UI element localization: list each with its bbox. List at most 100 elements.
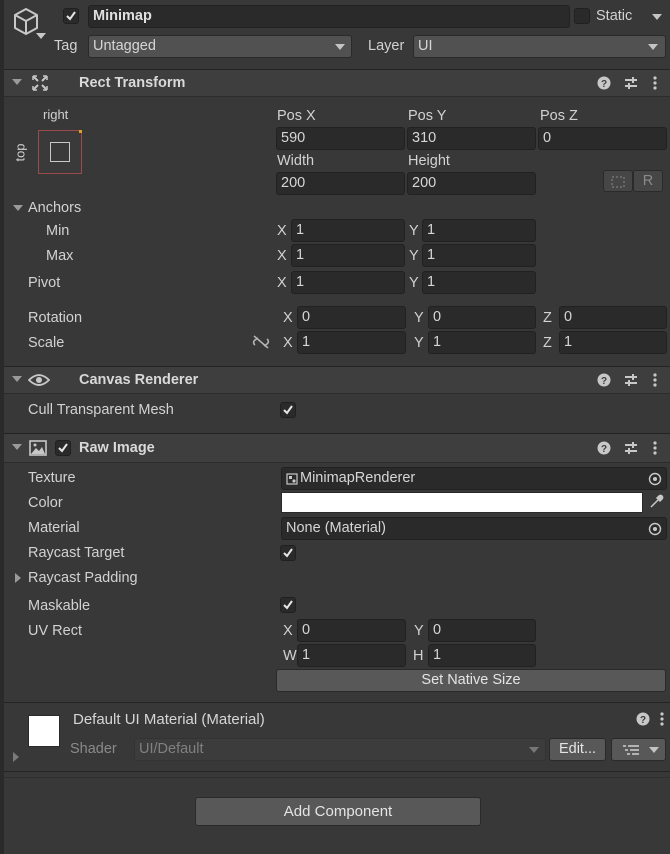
- rotation-y-field[interactable]: 0: [428, 306, 536, 329]
- presets-icon[interactable]: [623, 372, 639, 388]
- rotation-z-field[interactable]: 0: [559, 306, 667, 329]
- axis-x-label: X: [283, 335, 293, 351]
- help-icon[interactable]: ?: [597, 441, 611, 455]
- rect-transform-header[interactable]: Rect Transform ?: [4, 69, 670, 97]
- height-field[interactable]: 200: [407, 172, 536, 195]
- chevron-down-icon: [529, 747, 539, 753]
- help-icon[interactable]: ?: [597, 76, 611, 90]
- raycast-padding-foldout-arrow[interactable]: [15, 573, 21, 583]
- eyedropper-icon[interactable]: [648, 494, 664, 510]
- uv-h-field[interactable]: 1: [428, 644, 536, 667]
- material-value: None (Material): [286, 520, 386, 536]
- eye-icon: [28, 374, 50, 386]
- foldout-arrow[interactable]: [12, 376, 22, 382]
- anchor-preset-top-label: top: [12, 143, 28, 162]
- tag-dropdown[interactable]: Untagged: [88, 35, 352, 58]
- raycast-padding-label: Raycast Padding: [28, 570, 138, 586]
- uv-y-field[interactable]: 0: [428, 619, 536, 642]
- maskable-checkbox[interactable]: [280, 597, 296, 613]
- presets-icon[interactable]: [623, 440, 639, 456]
- context-menu-icon[interactable]: [652, 372, 658, 388]
- shader-options-button[interactable]: [611, 738, 666, 761]
- svg-text:?: ?: [640, 715, 646, 726]
- anchor-max-x-field[interactable]: 1: [291, 244, 405, 267]
- pos-x-field[interactable]: 590: [276, 127, 405, 150]
- pivot-y-field[interactable]: 1: [422, 271, 536, 294]
- pos-z-label: Pos Z: [540, 108, 578, 124]
- list-icon: [623, 745, 639, 755]
- anchor-min-y-field[interactable]: 1: [422, 219, 536, 242]
- help-icon[interactable]: ?: [597, 373, 611, 387]
- raw-image-enabled-checkbox[interactable]: [55, 440, 71, 456]
- axis-x-label: X: [277, 248, 287, 264]
- raycast-target-checkbox[interactable]: [280, 545, 296, 561]
- anchor-marker: [79, 130, 82, 133]
- window-edge: [0, 0, 4, 854]
- foldout-arrow[interactable]: [12, 444, 22, 450]
- anchor-min-x-field[interactable]: 1: [291, 219, 405, 242]
- material-foldout-arrow[interactable]: [13, 752, 19, 762]
- object-name-field[interactable]: Minimap: [88, 5, 570, 28]
- render-texture-icon: [286, 473, 298, 485]
- texture-label: Texture: [28, 470, 76, 486]
- anchor-presets-button[interactable]: [38, 130, 82, 174]
- scale-z-field[interactable]: 1: [559, 331, 667, 354]
- tag-label: Tag: [54, 38, 78, 54]
- presets-icon[interactable]: [623, 75, 639, 91]
- pos-z-field[interactable]: 0: [538, 127, 667, 150]
- scale-x-field[interactable]: 1: [297, 331, 406, 354]
- axis-x-label: X: [277, 275, 287, 291]
- pos-y-field[interactable]: 310: [407, 127, 536, 150]
- static-dropdown-arrow[interactable]: [652, 14, 662, 20]
- foldout-arrow[interactable]: [12, 79, 22, 85]
- texture-value: MinimapRenderer: [300, 470, 416, 486]
- chevron-down-icon: [649, 747, 659, 753]
- object-picker-icon[interactable]: [648, 522, 662, 536]
- cull-transparent-mesh-checkbox[interactable]: [280, 402, 296, 418]
- color-swatch[interactable]: [281, 492, 643, 513]
- context-menu-icon[interactable]: [659, 711, 665, 727]
- texture-object-field[interactable]: MinimapRenderer: [281, 467, 667, 490]
- active-checkbox[interactable]: [63, 8, 79, 24]
- pivot-x-field[interactable]: 1: [291, 271, 405, 294]
- width-field[interactable]: 200: [276, 172, 405, 195]
- svg-text:?: ?: [601, 79, 607, 90]
- shader-dropdown[interactable]: UI/Default: [134, 738, 546, 761]
- anchor-max-y-field[interactable]: 1: [422, 244, 536, 267]
- uv-w-field[interactable]: 1: [297, 644, 406, 667]
- set-native-size-button[interactable]: Set Native Size: [276, 669, 666, 692]
- layer-dropdown[interactable]: UI: [413, 35, 666, 58]
- shader-edit-button[interactable]: Edit...: [549, 738, 606, 761]
- uv-x-field[interactable]: 0: [297, 619, 406, 642]
- axis-z-label: Z: [543, 310, 552, 326]
- raw-edit-button[interactable]: R: [633, 170, 663, 192]
- context-menu-icon[interactable]: [652, 440, 658, 456]
- rotation-x-field[interactable]: 0: [297, 306, 406, 329]
- object-picker-icon[interactable]: [648, 472, 662, 486]
- axis-y-label: Y: [414, 310, 424, 326]
- shader-value: UI/Default: [139, 741, 204, 757]
- cull-transparent-mesh-label: Cull Transparent Mesh: [28, 402, 174, 418]
- uv-h-label: H: [413, 648, 424, 664]
- layer-label: Layer: [368, 38, 405, 54]
- blueprint-mode-button[interactable]: [603, 170, 633, 192]
- anchors-foldout-arrow[interactable]: [13, 205, 23, 211]
- add-component-button[interactable]: Add Component: [195, 797, 481, 826]
- color-label: Color: [28, 495, 63, 511]
- rect-transform-title: Rect Transform: [79, 75, 186, 91]
- context-menu-icon[interactable]: [652, 75, 658, 91]
- raw-image-header[interactable]: Raw Image ?: [4, 433, 670, 463]
- uv-w-label: W: [283, 648, 297, 664]
- uv-x-label: X: [283, 623, 293, 639]
- constrain-proportions-icon[interactable]: [252, 334, 270, 350]
- pos-y-label: Pos Y: [408, 108, 447, 124]
- help-icon[interactable]: ?: [636, 712, 650, 726]
- uv-y-label: Y: [414, 623, 424, 639]
- static-checkbox[interactable]: [574, 8, 590, 24]
- icon-dropdown-arrow[interactable]: [36, 33, 46, 39]
- shader-label: Shader: [70, 741, 117, 757]
- axis-z-label: Z: [543, 335, 552, 351]
- canvas-renderer-header[interactable]: Canvas Renderer ?: [4, 366, 670, 394]
- material-object-field[interactable]: None (Material): [281, 517, 667, 540]
- scale-y-field[interactable]: 1: [428, 331, 536, 354]
